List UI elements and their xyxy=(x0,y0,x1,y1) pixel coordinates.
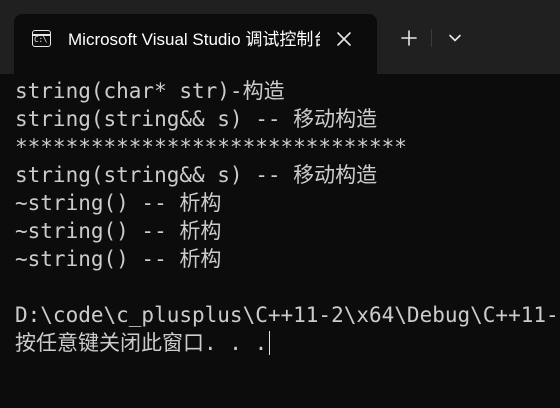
console-line: string(string&& s) -- 移动构造 xyxy=(15,107,378,131)
console-prompt-text: 按任意键关闭此窗口. . . xyxy=(15,331,268,355)
tab-title: Microsoft Visual Studio 调试控制台 xyxy=(68,30,320,49)
console-line: ~string() -- 析构 xyxy=(15,247,222,271)
console-tab[interactable]: C:\ Microsoft Visual Studio 调试控制台 xyxy=(14,14,377,74)
terminal-icon-glyph: C:\ xyxy=(34,35,47,44)
titlebar-divider xyxy=(431,29,432,47)
console-line: D:\code\c_plusplus\C++11-2\x64\Debug\C++… xyxy=(15,303,560,327)
console-line: string(char* str)-构造 xyxy=(15,79,285,103)
console-prompt-line: 按任意键关闭此窗口. . . xyxy=(15,329,271,357)
profile-dropdown-button[interactable] xyxy=(441,24,469,52)
plus-icon xyxy=(401,30,417,46)
console-line: ~string() -- 析构 xyxy=(15,191,222,215)
close-tab-button[interactable] xyxy=(332,27,356,51)
chevron-down-icon xyxy=(449,34,461,42)
new-tab-button[interactable] xyxy=(395,24,423,52)
close-icon xyxy=(337,32,351,46)
console-output[interactable]: string(char* str)-构造 string(string&& s) … xyxy=(0,74,560,408)
title-bar: C:\ Microsoft Visual Studio 调试控制台 xyxy=(0,0,560,74)
console-line: string(string&& s) -- 移动构造 xyxy=(15,163,378,187)
terminal-icon: C:\ xyxy=(32,30,51,47)
console-line: ******************************* xyxy=(15,135,407,159)
text-cursor xyxy=(269,331,271,355)
console-line: ~string() -- 析构 xyxy=(15,219,222,243)
